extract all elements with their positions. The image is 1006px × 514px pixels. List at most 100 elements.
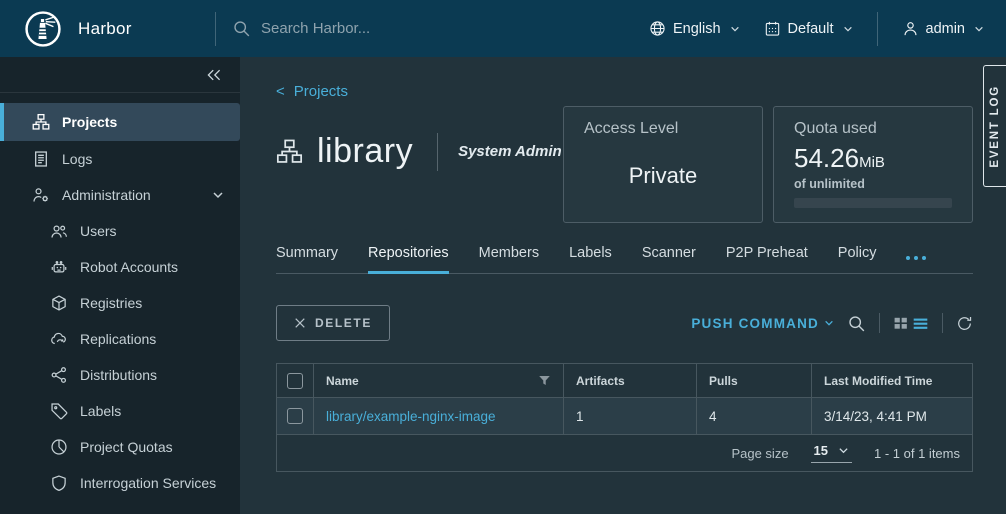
toolbar-actions: PUSH COMMAND <box>691 313 973 333</box>
page-size-select[interactable]: 15 <box>811 443 852 463</box>
tab-repositories[interactable]: Repositories <box>368 245 449 274</box>
quota-unit: MiB <box>859 154 885 171</box>
sidebar-item-labels[interactable]: Labels <box>0 393 240 429</box>
brand: Harbor <box>0 10 215 48</box>
sidebar-item-logs[interactable]: Logs <box>0 141 240 177</box>
cube-icon <box>50 294 68 312</box>
filter-funnel-icon[interactable] <box>538 374 551 387</box>
sidebar-item-distributions[interactable]: Distributions <box>0 357 240 393</box>
breadcrumb-label: Projects <box>294 83 348 100</box>
column-header-last-modified: Last Modified Time <box>811 364 972 397</box>
tab-policy[interactable]: Policy <box>838 245 877 274</box>
project-name: library <box>317 132 413 171</box>
harbor-lighthouse-logo-icon <box>24 10 62 48</box>
tab-p2p-preheat[interactable]: P2P Preheat <box>726 245 808 274</box>
app-title: Harbor <box>78 19 132 39</box>
administration-submenu: Users Robot Accounts Registries <box>0 213 240 501</box>
sidebar-item-administration[interactable]: Administration <box>0 177 240 213</box>
project-header: library System Admin Access Level Privat… <box>276 106 973 223</box>
table-footer: Page size 15 1 - 1 of 1 items <box>277 435 972 471</box>
header-actions: English Default admin <box>649 12 1006 46</box>
column-header-name: Name <box>313 364 563 397</box>
delete-button[interactable]: DELETE <box>276 305 390 341</box>
share-nodes-icon <box>50 366 68 384</box>
select-all-checkbox[interactable] <box>287 373 303 389</box>
refresh-icon[interactable] <box>956 315 973 332</box>
breadcrumb-back-arrow: < <box>276 83 285 100</box>
summary-cards: Access Level Private Quota used 54.26MiB… <box>563 106 973 223</box>
page-size-value: 15 <box>814 443 828 458</box>
sidebar-collapse-row <box>0 57 240 93</box>
list-view-icon[interactable] <box>912 315 929 332</box>
sidebar-item-label: Users <box>80 223 117 239</box>
column-header-pulls: Pulls <box>696 364 811 397</box>
sidebar-item-label: Projects <box>62 114 117 130</box>
chevron-down-icon <box>212 189 224 201</box>
pulls-cell: 4 <box>696 398 811 434</box>
column-header-artifacts: Artifacts <box>563 364 696 397</box>
page-size-label: Page size <box>731 446 788 461</box>
sidebar-item-registries[interactable]: Registries <box>0 285 240 321</box>
push-command-dropdown[interactable]: PUSH COMMAND <box>691 316 834 331</box>
sidebar-item-label: Registries <box>80 295 142 311</box>
project-tabs: Summary Repositories Members Labels Scan… <box>276 245 973 274</box>
sidebar-item-label: Interrogation Services <box>80 475 216 491</box>
column-header-label: Artifacts <box>576 374 625 388</box>
artifacts-cell: 1 <box>563 398 696 434</box>
cloud-sync-icon <box>50 330 68 348</box>
datetime-format-menu[interactable]: Default <box>764 20 853 37</box>
search-icon <box>232 19 251 38</box>
sidebar-item-projects[interactable]: Projects <box>0 103 240 141</box>
access-level-value: Private <box>584 163 742 189</box>
header-divider <box>215 12 216 46</box>
tab-scanner[interactable]: Scanner <box>642 245 696 274</box>
user-icon <box>902 20 919 37</box>
collapse-sidebar-icon[interactable] <box>202 64 226 86</box>
user-menu[interactable]: admin <box>902 20 985 37</box>
sidebar-item-label: Replications <box>80 331 156 347</box>
sidebar-nav: Projects Logs Administration <box>0 57 240 514</box>
row-select-cell <box>277 398 313 434</box>
breadcrumb[interactable]: < Projects <box>276 83 348 100</box>
repo-name-cell: library/example-nginx-image <box>313 398 563 434</box>
tab-members[interactable]: Members <box>479 245 539 274</box>
search-repositories-icon[interactable] <box>847 314 866 333</box>
admin-user-gear-icon <box>32 186 50 204</box>
row-checkbox[interactable] <box>287 408 303 424</box>
quota-value-line: 54.26MiB <box>794 143 952 174</box>
last-modified-cell: 3/14/23, 4:41 PM <box>811 398 972 434</box>
toolbar-divider <box>879 313 880 333</box>
sidebar-item-label: Robot Accounts <box>80 259 178 275</box>
users-icon <box>50 222 68 240</box>
tab-summary[interactable]: Summary <box>276 245 338 274</box>
language-label: English <box>673 21 721 37</box>
delete-button-label: DELETE <box>315 316 372 330</box>
sidebar-item-robot-accounts[interactable]: Robot Accounts <box>0 249 240 285</box>
toolbar-divider <box>942 313 943 333</box>
quota-value: 54.26 <box>794 143 859 173</box>
header-divider <box>877 12 878 46</box>
repository-link[interactable]: library/example-nginx-image <box>326 409 496 424</box>
column-header-label: Last Modified Time <box>824 374 932 388</box>
tabs-overflow-ellipsis-icon[interactable] <box>906 256 926 274</box>
sidebar-item-project-quotas[interactable]: Project Quotas <box>0 429 240 465</box>
card-view-icon[interactable] <box>893 315 909 331</box>
tab-labels[interactable]: Labels <box>569 245 612 274</box>
robot-icon <box>50 258 68 276</box>
quota-caption: of unlimited <box>794 177 952 191</box>
search-input[interactable] <box>261 20 531 37</box>
global-search <box>232 19 531 38</box>
quota-used-card: Quota used 54.26MiB of unlimited <box>773 106 973 223</box>
chevron-down-icon <box>974 24 984 34</box>
sidebar-item-interrogation-services[interactable]: Interrogation Services <box>0 465 240 501</box>
sidebar-item-users[interactable]: Users <box>0 213 240 249</box>
event-log-tab[interactable]: EVENT LOG <box>983 65 1006 187</box>
sidebar-item-label: Labels <box>80 403 121 419</box>
close-x-icon <box>294 317 306 329</box>
chevron-down-icon <box>838 445 849 456</box>
harbor-app: Harbor English Defaul <box>0 0 1006 514</box>
sidebar-item-replications[interactable]: Replications <box>0 321 240 357</box>
pie-chart-icon <box>50 438 68 456</box>
top-header-bar: Harbor English Defaul <box>0 0 1006 57</box>
language-menu[interactable]: English <box>649 20 740 37</box>
